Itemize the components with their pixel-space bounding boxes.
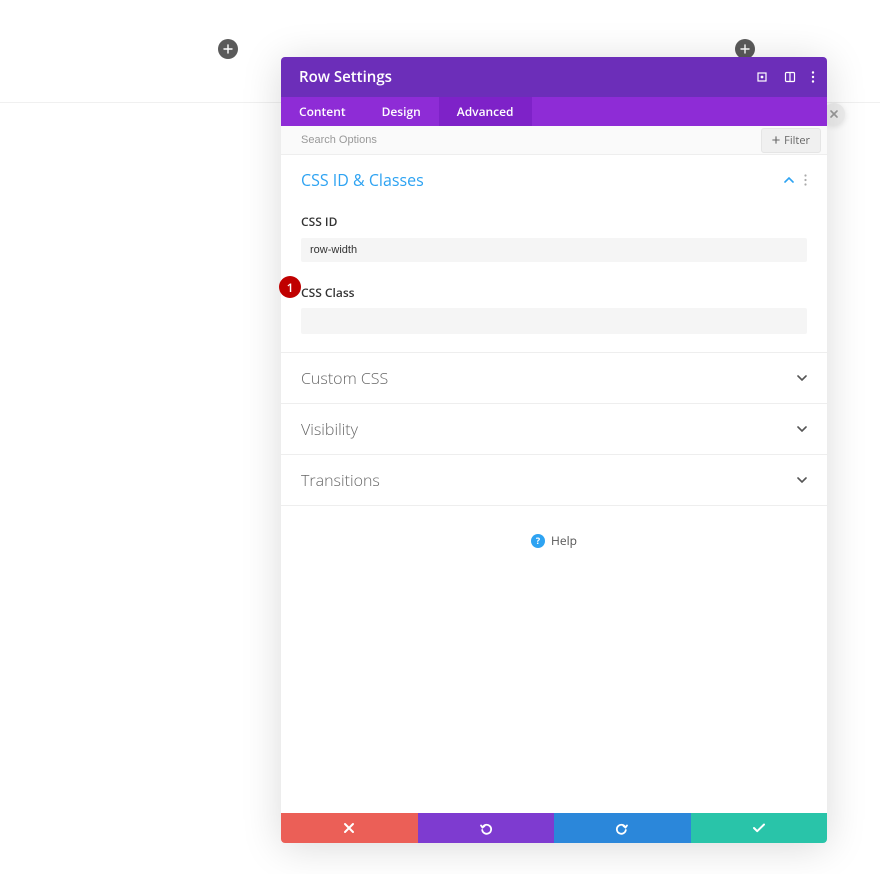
section-transitions-header[interactable]: Transitions xyxy=(281,454,827,506)
modal-title: Row Settings xyxy=(299,67,392,87)
header-actions xyxy=(755,70,815,84)
chevron-down-icon xyxy=(797,426,807,432)
modal-footer xyxy=(281,813,827,843)
snap-icon[interactable] xyxy=(783,70,797,84)
tab-design[interactable]: Design xyxy=(364,97,439,126)
css-id-label: CSS ID xyxy=(301,213,807,230)
section-visibility-header[interactable]: Visibility xyxy=(281,403,827,454)
filter-label: Filter xyxy=(784,133,810,148)
section-css-id-classes-body: CSS ID CSS Class xyxy=(281,213,827,352)
css-class-input[interactable] xyxy=(301,308,807,334)
section-title: Visibility xyxy=(301,418,358,440)
cancel-button[interactable] xyxy=(281,813,418,843)
chevron-down-icon xyxy=(797,375,807,381)
section-title: CSS ID & Classes xyxy=(301,169,424,191)
section-css-id-classes-header[interactable]: CSS ID & Classes xyxy=(281,155,827,205)
help-link[interactable]: ? Help xyxy=(281,506,827,575)
filter-button[interactable]: Filter xyxy=(761,128,821,153)
section-more-icon[interactable] xyxy=(804,174,807,186)
search-row: Filter xyxy=(281,126,827,155)
undo-button[interactable] xyxy=(418,813,555,843)
chevron-up-icon xyxy=(784,177,794,183)
row-settings-modal: Row Settings Content Design Advanced Fil… xyxy=(281,57,827,843)
modal-body: CSS ID & Classes CSS ID CSS Class Custom… xyxy=(281,155,827,813)
tab-advanced[interactable]: Advanced xyxy=(439,97,532,126)
section-title: Custom CSS xyxy=(301,367,388,389)
chevron-down-icon xyxy=(797,477,807,483)
expand-icon[interactable] xyxy=(755,70,769,84)
help-icon: ? xyxy=(531,534,545,548)
tabs: Content Design Advanced xyxy=(281,97,827,126)
annotation-badge-1: 1 xyxy=(279,276,301,298)
css-id-input[interactable] xyxy=(301,238,807,262)
modal-header: Row Settings xyxy=(281,57,827,97)
add-element-button-right[interactable] xyxy=(735,39,755,59)
tab-content[interactable]: Content xyxy=(281,97,364,126)
css-class-label: CSS Class xyxy=(301,284,807,301)
help-label: Help xyxy=(551,532,577,549)
section-title: Transitions xyxy=(301,469,380,491)
more-icon[interactable] xyxy=(811,70,815,84)
redo-button[interactable] xyxy=(554,813,691,843)
add-element-button-left[interactable] xyxy=(218,39,238,59)
search-input[interactable] xyxy=(281,126,761,154)
save-button[interactable] xyxy=(691,813,828,843)
section-custom-css-header[interactable]: Custom CSS xyxy=(281,352,827,403)
